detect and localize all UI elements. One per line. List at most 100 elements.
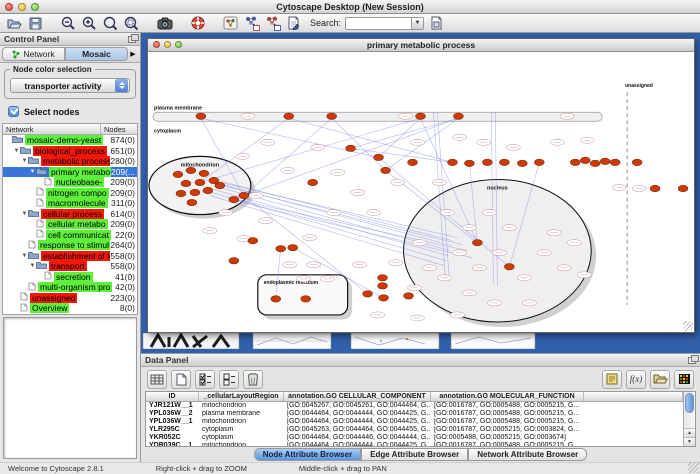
- zoom-window-button[interactable]: [31, 3, 39, 11]
- network-node[interactable]: [248, 237, 258, 243]
- network-node[interactable]: [381, 167, 391, 173]
- network-view-zoom-button[interactable]: [175, 41, 182, 48]
- network-node[interactable]: [196, 113, 206, 119]
- network-node[interactable]: [301, 296, 311, 302]
- network-node[interactable]: [600, 158, 610, 164]
- tree-row[interactable]: ▼cellular process614(0): [3, 209, 137, 220]
- select-attributes-icon[interactable]: [147, 370, 167, 389]
- network-node[interactable]: [215, 182, 225, 188]
- tab-node-attribute-browser[interactable]: Node Attribute Browser: [254, 448, 362, 461]
- scroll-up-icon[interactable]: ▲: [684, 428, 695, 437]
- tree-row[interactable]: Overview8(0): [3, 303, 137, 314]
- network-node[interactable]: [650, 185, 660, 191]
- tree-row[interactable]: ▼transport558(0): [3, 261, 137, 272]
- import-network-icon[interactable]: [243, 15, 260, 31]
- column-header[interactable]: annotation.GO MOLECULAR_FUNCTION: [431, 392, 584, 401]
- network-view-minimize-button[interactable]: [164, 41, 171, 48]
- network-window-resize-grip[interactable]: [683, 321, 693, 331]
- column-header[interactable]: _cellularLayoutRegion: [199, 392, 284, 401]
- network-node[interactable]: [504, 264, 514, 270]
- table-row[interactable]: YJR121W__1mitochondrion[GO:0045267, GO:0…: [146, 402, 683, 410]
- session-note-icon[interactable]: [428, 15, 445, 31]
- network-node[interactable]: [678, 185, 688, 191]
- expand-arrow-icon[interactable]: ▼: [13, 148, 20, 154]
- expand-arrow-icon[interactable]: ▼: [21, 158, 28, 164]
- network-node[interactable]: [186, 167, 196, 173]
- expand-arrow-icon[interactable]: ▼: [29, 263, 36, 269]
- tree-row[interactable]: macromolecule311(0): [3, 198, 137, 209]
- network-node[interactable]: [464, 160, 474, 166]
- network-node[interactable]: [271, 296, 281, 302]
- unselect-all-attributes-icon[interactable]: [219, 370, 239, 389]
- annotation-icon[interactable]: [222, 15, 239, 31]
- zoom-in-icon[interactable]: [81, 15, 98, 31]
- tree-row[interactable]: response to stimul264(0): [3, 240, 137, 251]
- network-node[interactable]: [499, 159, 509, 165]
- close-button[interactable]: [5, 3, 13, 11]
- network-node[interactable]: [534, 159, 544, 165]
- node-color-attribute-select[interactable]: transporter activity: [10, 78, 130, 93]
- tree-column-nodes[interactable]: Nodes: [101, 124, 137, 134]
- table-row[interactable]: YLR295Ccytoplasm[GO:0045263, GO:0044464,…: [146, 426, 683, 434]
- network-node[interactable]: [580, 157, 590, 163]
- network-node[interactable]: [176, 190, 186, 196]
- network-node[interactable]: [308, 179, 318, 185]
- select-nodes-checkbox[interactable]: [8, 106, 19, 117]
- network-node[interactable]: [404, 293, 414, 299]
- network-node[interactable]: [239, 192, 249, 198]
- network-node[interactable]: [378, 275, 388, 281]
- network-node[interactable]: [570, 159, 580, 165]
- expand-arrow-icon[interactable]: ▼: [21, 253, 28, 259]
- network-node[interactable]: [229, 258, 239, 264]
- table-scrollbar[interactable]: ▲ ▼: [683, 392, 695, 446]
- tree-row[interactable]: nitrogen compo209(0): [3, 188, 137, 199]
- network-node[interactable]: [416, 113, 426, 119]
- network-node[interactable]: [181, 180, 191, 186]
- table-row[interactable]: YKR052Ccytoplasm[GO:0044464, GO:0044446,…: [146, 434, 683, 442]
- tree-row[interactable]: cellular metabo209(0): [3, 219, 137, 230]
- network-node[interactable]: [379, 295, 389, 301]
- tree-row[interactable]: ▼metabolic process280(0): [3, 156, 137, 167]
- table-row[interactable]: YPL036W__2plasma membrane[GO:0044464, GO…: [146, 410, 683, 418]
- network-node[interactable]: [610, 159, 620, 165]
- create-attribute-icon[interactable]: [171, 370, 191, 389]
- tree-row[interactable]: multi-organism pro42(0): [3, 282, 137, 293]
- save-session-icon[interactable]: [27, 15, 44, 31]
- network-node[interactable]: [195, 179, 205, 185]
- search-input[interactable]: [345, 17, 411, 30]
- help-lifering-icon[interactable]: [189, 15, 206, 31]
- network-node[interactable]: [284, 113, 294, 119]
- table-row[interactable]: YDR039C__1mitochondrion[GO:0044464, GO:0…: [146, 442, 683, 446]
- network-node[interactable]: [447, 159, 457, 165]
- tab-mosaic[interactable]: Mosaic: [65, 47, 128, 61]
- tree-row[interactable]: unassigned223(0): [3, 293, 137, 304]
- network-node[interactable]: [632, 159, 642, 165]
- birds-eye-view-panel[interactable]: [3, 317, 137, 459]
- import-attributes-file-icon[interactable]: [650, 370, 670, 389]
- notepad-icon[interactable]: [602, 370, 622, 389]
- tree-row[interactable]: ▼establishment of lo558(0): [3, 251, 137, 262]
- column-header[interactable]: annotation.GO CELLULAR_COMPONENT: [284, 392, 431, 401]
- zoom-out-icon[interactable]: [60, 15, 77, 31]
- tree-row[interactable]: nucleobase-209(0): [3, 177, 137, 188]
- tree-row[interactable]: ▼biological_process651(0): [3, 146, 137, 157]
- network-node[interactable]: [327, 113, 337, 119]
- network-node[interactable]: [199, 170, 209, 176]
- network-node[interactable]: [203, 187, 213, 193]
- formula-builder-icon[interactable]: f(x): [626, 370, 646, 389]
- table-row[interactable]: YPL036W__1mitochondrion[GO:0044464, GO:0…: [146, 418, 683, 426]
- expand-arrow-icon[interactable]: ▼: [21, 211, 28, 217]
- network-node[interactable]: [187, 199, 197, 205]
- network-node[interactable]: [517, 160, 527, 166]
- expand-arrow-icon[interactable]: ▼: [29, 169, 36, 175]
- network-node[interactable]: [590, 160, 600, 166]
- scroll-down-icon[interactable]: ▼: [684, 437, 695, 446]
- network-node[interactable]: [288, 244, 298, 250]
- network-node[interactable]: [472, 239, 482, 245]
- tab-edge-attribute-browser[interactable]: Edge Attribute Browser: [361, 448, 468, 461]
- network-node[interactable]: [374, 154, 384, 160]
- network-node[interactable]: [453, 113, 463, 119]
- attribute-matrix-icon[interactable]: [674, 370, 694, 389]
- zoom-selected-region-icon[interactable]: [123, 15, 140, 31]
- select-all-attributes-icon[interactable]: [195, 370, 215, 389]
